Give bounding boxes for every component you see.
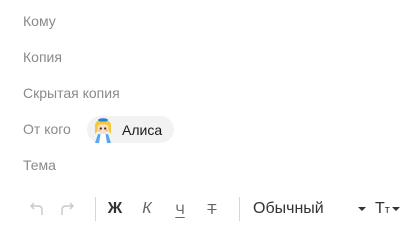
to-label: Кому bbox=[23, 13, 56, 29]
bold-button[interactable]: Ж bbox=[105, 194, 125, 224]
italic-label: К bbox=[142, 200, 152, 217]
subject-label: Тема bbox=[23, 157, 56, 173]
font-size-button[interactable]: Тт bbox=[375, 194, 409, 224]
toolbar-divider bbox=[239, 197, 240, 221]
chevron-down-icon bbox=[358, 207, 366, 211]
undo-icon bbox=[30, 202, 43, 215]
bcc-field[interactable]: Скрытая копия bbox=[23, 85, 120, 101]
redo-icon bbox=[61, 202, 74, 215]
from-label: От кого bbox=[23, 121, 71, 137]
cc-label: Копия bbox=[23, 49, 62, 65]
font-size-icon: Тт bbox=[375, 200, 390, 217]
compose-form: Кому Копия Скрытая копия От кого Алиса Т… bbox=[0, 0, 415, 240]
to-field[interactable]: Кому bbox=[23, 13, 56, 29]
underline-label: Ч bbox=[175, 201, 185, 217]
italic-button[interactable]: К bbox=[137, 194, 157, 224]
bcc-label: Скрытая копия bbox=[23, 85, 120, 101]
paragraph-style-select[interactable]: Обычный bbox=[253, 194, 373, 224]
strikethrough-label: Т bbox=[207, 200, 217, 218]
strikethrough-button[interactable]: Т bbox=[202, 194, 222, 224]
bold-label: Ж bbox=[107, 200, 123, 217]
undo-button[interactable] bbox=[25, 194, 47, 224]
toolbar-divider bbox=[95, 197, 96, 221]
format-toolbar: Ж К Ч Т Обычный Тт bbox=[0, 194, 415, 224]
paragraph-style-value: Обычный bbox=[253, 200, 324, 217]
subject-field[interactable]: Тема bbox=[23, 157, 56, 173]
sender-chip[interactable]: Алиса bbox=[87, 116, 175, 143]
chevron-down-icon bbox=[391, 207, 400, 211]
underline-button[interactable]: Ч bbox=[170, 194, 190, 224]
cc-field[interactable]: Копия bbox=[23, 49, 62, 65]
redo-button[interactable] bbox=[57, 194, 79, 224]
sender-name: Алиса bbox=[122, 121, 163, 138]
sender-avatar-icon bbox=[94, 117, 112, 143]
